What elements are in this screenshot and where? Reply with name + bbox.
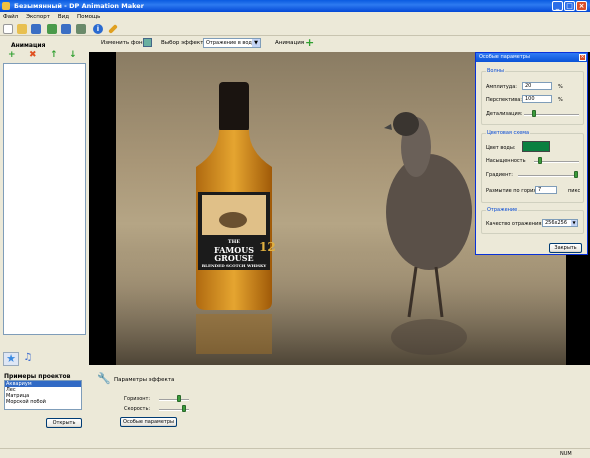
quality-label: Качество отражения: xyxy=(486,221,543,227)
quality-select[interactable]: 256x256 ▼ xyxy=(542,219,578,227)
menu-bar: Файл Экспорт Вид Помощь xyxy=(0,12,590,22)
tab-samples[interactable]: ★ xyxy=(3,352,19,366)
wrench-icon: 🔧 xyxy=(97,372,111,385)
title-bar: Безымянный - DP Animation Maker _ □ × xyxy=(0,0,590,12)
blur-label: Размытие по гориз. xyxy=(486,188,538,194)
effect-params-label: Параметры эффекта xyxy=(114,377,175,383)
blur-unit: пикс xyxy=(568,188,581,194)
key-icon[interactable] xyxy=(108,24,118,34)
open-folder-icon[interactable] xyxy=(17,24,27,34)
amplitude-label: Амплитуда: xyxy=(486,84,517,90)
effect-select-value: Отражение в воде xyxy=(206,40,255,46)
gradient-slider-track[interactable] xyxy=(518,175,578,177)
reflection-group-title: Отражение xyxy=(486,207,519,213)
save-icon[interactable] xyxy=(31,24,41,34)
color-group-title: Цветовая схема xyxy=(486,130,531,136)
saturation-slider-thumb[interactable] xyxy=(538,157,543,164)
list-item[interactable]: Морской побой xyxy=(5,399,81,405)
close-button[interactable]: × xyxy=(576,1,587,11)
waves-group: Волны Амплитуда: 20 % Перспектива: 100 %… xyxy=(481,68,584,125)
saturation-label: Насыщенность xyxy=(486,158,526,164)
horizon-slider-thumb[interactable] xyxy=(177,395,182,402)
color-group: Цветовая схема Цвет воды: Насыщенность Г… xyxy=(481,130,584,203)
toolbar: i xyxy=(0,22,590,36)
minimize-button[interactable]: _ xyxy=(552,1,563,11)
special-params-dialog: Особые параметры × Волны Амплитуда: 20 %… xyxy=(475,52,588,255)
star-icon: ★ xyxy=(6,352,16,365)
quality-select-value: 256x256 xyxy=(545,220,568,226)
amplitude-unit: % xyxy=(558,84,563,90)
info-icon[interactable]: i xyxy=(93,24,103,34)
samples-list[interactable]: Аквариум Лес Матрица Морской побой xyxy=(4,380,82,410)
effect-select[interactable]: Отражение в воде ▼ xyxy=(203,38,261,48)
num-lock-indicator: NUM xyxy=(560,451,572,457)
horizon-label: Горизонт: xyxy=(124,396,151,402)
brand-sub: BLENDED SCOTCH WHISKY xyxy=(201,263,267,268)
effect-select-label: Выбор эффекта xyxy=(161,40,207,46)
water-color-label: Цвет воды: xyxy=(486,145,516,151)
perspective-label: Перспектива: xyxy=(486,97,522,103)
delete-icon[interactable]: ✖ xyxy=(29,50,37,60)
music-note-icon: ♫ xyxy=(23,352,33,363)
chevron-down-icon[interactable]: ▼ xyxy=(252,39,260,47)
animation-list[interactable] xyxy=(3,63,86,335)
brand-line-3: GROUSE xyxy=(214,253,254,263)
change-bg-label: Изменить фон xyxy=(101,40,143,46)
dialog-close-icon[interactable]: × xyxy=(579,54,586,61)
bottle-cap xyxy=(219,82,249,132)
water-color-swatch[interactable] xyxy=(522,141,550,152)
gradient-slider-thumb[interactable] xyxy=(574,171,578,178)
waves-group-title: Волны xyxy=(486,68,505,74)
detail-slider-thumb[interactable] xyxy=(531,110,536,117)
change-bg-icon[interactable] xyxy=(143,38,152,47)
export-save-icon[interactable] xyxy=(61,24,71,34)
dialog-title-bar: Особые параметры × xyxy=(476,53,587,62)
bottle-text: THE FAMOUS GROUSE BLENDED SCOTCH WHISKY xyxy=(201,238,267,270)
dialog-title: Особые параметры xyxy=(479,54,530,60)
special-params-button[interactable]: Особые параметры xyxy=(120,417,177,427)
perspective-unit: % xyxy=(558,97,563,103)
dialog-close-button[interactable]: Закрыть xyxy=(549,243,582,253)
move-up-icon[interactable]: ↑ xyxy=(50,50,58,60)
animation-label: Анимация xyxy=(275,40,305,46)
menu-export[interactable]: Экспорт xyxy=(23,12,53,22)
blur-input[interactable]: 7 xyxy=(535,186,557,194)
open-sample-button[interactable]: Открыть xyxy=(46,418,82,428)
app-icon xyxy=(2,2,10,10)
detail-label: Детализация: xyxy=(486,111,523,117)
horizon-slider-track[interactable] xyxy=(159,399,189,401)
perspective-input[interactable]: 100 xyxy=(522,95,552,103)
reflection-group: Отражение Качество отражения: 256x256 ▼ xyxy=(481,207,584,234)
menu-help[interactable]: Помощь xyxy=(74,12,103,22)
samples-title: Примеры проектов xyxy=(4,373,71,380)
speed-label: Скорость: xyxy=(124,406,151,412)
export-image-icon[interactable] xyxy=(76,24,86,34)
effect-params-panel: 🔧 Параметры эффекта Горизонт: Скорость: … xyxy=(89,366,590,448)
add-animation-icon[interactable]: + xyxy=(305,36,314,49)
animation-panel-title: Анимация xyxy=(11,42,46,49)
new-file-icon[interactable] xyxy=(3,24,13,34)
maximize-button[interactable]: □ xyxy=(564,1,575,11)
effect-bar: Изменить фон Выбор эффекта Отражение в в… xyxy=(90,36,590,50)
bottle-age: 12 xyxy=(259,240,276,254)
export-gif-icon[interactable] xyxy=(47,24,57,34)
move-down-icon[interactable]: ↓ xyxy=(69,50,77,60)
window-title: Безымянный - DP Animation Maker xyxy=(14,2,144,10)
speed-slider-thumb[interactable] xyxy=(182,405,187,412)
add-icon[interactable]: + xyxy=(8,50,16,60)
chevron-down-icon[interactable]: ▼ xyxy=(571,220,577,226)
status-bar: NUM xyxy=(0,448,590,458)
amplitude-input[interactable]: 20 xyxy=(522,82,552,90)
tab-music[interactable]: ♫ xyxy=(20,352,36,366)
gradient-label: Градиент: xyxy=(486,172,513,178)
menu-view[interactable]: Вид xyxy=(55,12,72,22)
menu-file[interactable]: Файл xyxy=(0,12,21,22)
